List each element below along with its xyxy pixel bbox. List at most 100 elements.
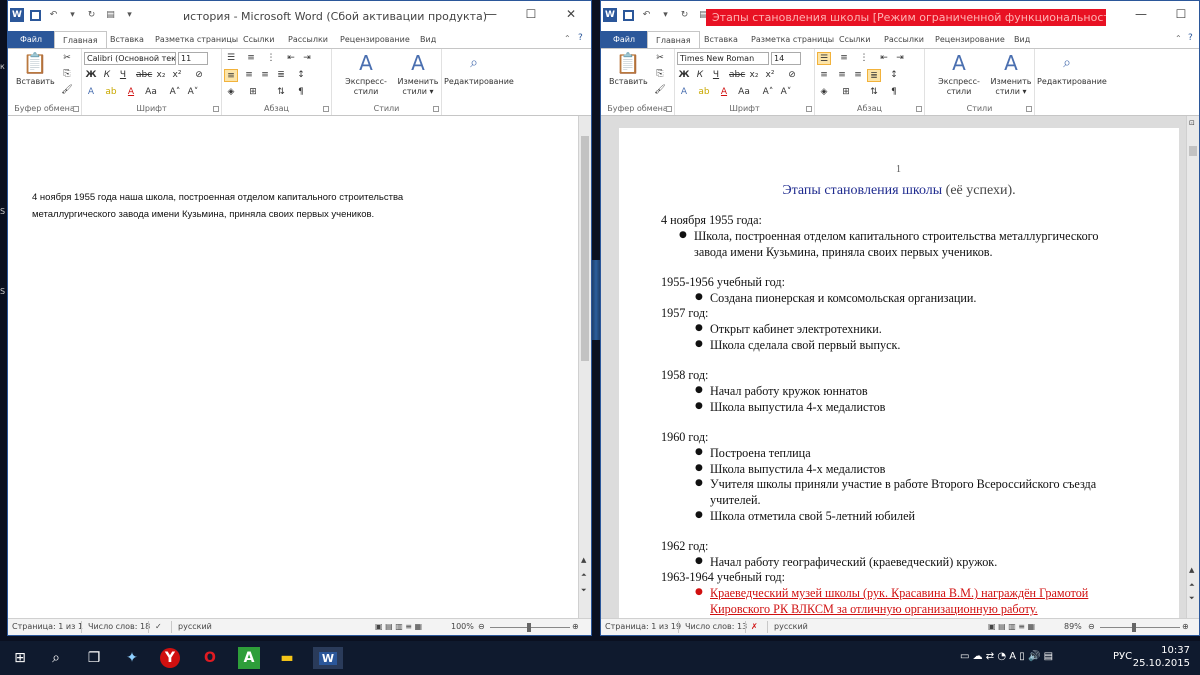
next-page-icon[interactable]: ⏷ <box>581 586 587 595</box>
copy-icon[interactable]: ⎘ <box>60 68 74 81</box>
prev-page-icon[interactable]: ⏶ <box>581 571 587 580</box>
decrease-indent-icon[interactable]: ⇤ <box>877 52 891 65</box>
vertical-scrollbar[interactable]: ▲ ⏶ ⏷ <box>578 116 591 618</box>
show-marks-icon[interactable]: ¶ <box>887 86 901 99</box>
dropdown-arrow-icon[interactable]: ▾ <box>659 9 672 22</box>
word-count[interactable]: Число слов: 13 <box>685 622 747 631</box>
tab-view[interactable]: Вид <box>1014 31 1030 49</box>
ruler-toggle-icon[interactable]: ⊡ <box>1189 119 1195 127</box>
app-icon[interactable]: ✦ <box>121 647 143 669</box>
grow-font-icon[interactable]: A˄ <box>761 86 775 99</box>
green-a-app-icon[interactable]: A <box>238 647 260 669</box>
dialog-launcher-icon[interactable] <box>806 106 812 112</box>
scroll-up-icon[interactable]: ▲ <box>1189 566 1194 574</box>
quick-styles-button[interactable]: A Экспресс-стили <box>336 52 396 97</box>
tab-references[interactable]: Ссылки <box>839 31 870 49</box>
redo-icon[interactable]: ↻ <box>85 9 98 22</box>
search-icon[interactable]: ⌕ <box>45 647 67 669</box>
tab-home[interactable]: Главная <box>54 31 107 49</box>
tab-mailings[interactable]: Рассылки <box>288 31 328 49</box>
scroll-up-icon[interactable]: ▲ <box>581 556 586 564</box>
shading-icon[interactable]: ◈ <box>817 86 831 99</box>
document-page[interactable]: 1 Этапы становления школы (её успехи). 4… <box>619 128 1179 618</box>
text-effects-icon[interactable]: A <box>84 86 98 99</box>
highlight-icon[interactable]: ab <box>697 86 711 99</box>
shrink-font-icon[interactable]: A˅ <box>186 86 200 99</box>
minimize-icon[interactable]: — <box>471 7 511 21</box>
prev-page-icon[interactable]: ⏶ <box>1189 581 1195 590</box>
dialog-launcher-icon[interactable] <box>916 106 922 112</box>
task-view-icon[interactable]: ❐ <box>83 647 105 669</box>
page-count[interactable]: Страница: 1 из 1 <box>12 622 83 631</box>
change-styles-button[interactable]: A Изменить стили ▾ <box>989 52 1033 97</box>
font-name-select[interactable]: Times New Roman <box>677 52 769 65</box>
scroll-thumb[interactable] <box>581 136 589 361</box>
increase-indent-icon[interactable]: ⇥ <box>300 52 314 65</box>
shrink-font-icon[interactable]: A˅ <box>779 86 793 99</box>
change-styles-button[interactable]: A Изменить стили ▾ <box>396 52 440 97</box>
word-logo-icon[interactable]: W <box>603 8 617 22</box>
tab-insert[interactable]: Вставка <box>704 31 738 49</box>
word-count[interactable]: Число слов: 18 <box>88 622 150 631</box>
numbering-icon[interactable]: ≡ <box>244 52 258 65</box>
dialog-launcher-icon[interactable] <box>433 106 439 112</box>
dialog-launcher-icon[interactable] <box>213 106 219 112</box>
tray-icons[interactable]: ▭ ☁ ⇄ ◔ A ▯ 🔊 ▤ <box>960 651 1053 662</box>
show-marks-icon[interactable]: ¶ <box>294 86 308 99</box>
print-preview-icon[interactable]: ▤ <box>104 9 117 22</box>
clock[interactable]: 10:37 25.10.2015 <box>1133 644 1190 670</box>
sort-icon[interactable]: ⇅ <box>867 86 881 99</box>
close-icon[interactable]: ✕ <box>551 7 591 21</box>
input-language[interactable]: РУС <box>1113 651 1132 662</box>
zoom-slider-thumb[interactable] <box>1132 623 1136 632</box>
yandex-browser-icon[interactable]: Y <box>160 648 180 668</box>
zoom-out-icon[interactable]: ⊖ <box>1088 622 1095 631</box>
document-page[interactable]: 4 ноября 1955 года наша школа, построенн… <box>8 116 579 596</box>
editing-button[interactable]: ⌕ Редактирование <box>444 52 514 87</box>
dialog-launcher-icon[interactable] <box>1026 106 1032 112</box>
strikethrough-icon[interactable]: abc <box>136 69 152 82</box>
zoom-in-icon[interactable]: ⊕ <box>572 622 579 631</box>
save-icon[interactable] <box>623 9 634 21</box>
tab-page-layout[interactable]: Разметка страницы <box>155 31 238 49</box>
minimize-icon[interactable]: — <box>1121 7 1161 21</box>
format-painter-icon[interactable]: 🖌 <box>653 84 667 97</box>
proofing-error-icon[interactable]: ✗ <box>751 622 758 631</box>
bold-icon[interactable]: Ж <box>677 69 691 82</box>
cut-icon[interactable]: ✂ <box>653 52 667 65</box>
bold-icon[interactable]: Ж <box>84 69 98 82</box>
word-logo-icon[interactable]: W <box>10 8 24 22</box>
tab-review[interactable]: Рецензирование <box>935 31 1005 49</box>
scroll-thumb[interactable] <box>1189 146 1197 156</box>
justify-icon[interactable]: ≣ <box>867 69 881 82</box>
view-buttons[interactable]: ▣ ▤ ▥ ≡ ▦ <box>988 622 1035 631</box>
subscript-icon[interactable]: x₂ <box>747 69 761 82</box>
align-center-icon[interactable]: ≡ <box>242 69 256 82</box>
dialog-launcher-icon[interactable] <box>666 106 672 112</box>
font-size-select[interactable]: 14 <box>771 52 801 65</box>
view-buttons[interactable]: ▣ ▤ ▥ ≡ ▦ <box>375 622 422 631</box>
zoom-out-icon[interactable]: ⊖ <box>478 622 485 631</box>
editing-button[interactable]: ⌕ Редактирование <box>1037 52 1107 87</box>
redo-icon[interactable]: ↻ <box>678 9 691 22</box>
help-icon[interactable]: ? <box>578 33 583 43</box>
tab-mailings[interactable]: Рассылки <box>884 31 924 49</box>
file-explorer-icon[interactable]: ▬ <box>276 647 298 669</box>
paste-button[interactable]: 📋 Вставить <box>16 52 55 87</box>
paste-button[interactable]: 📋 Вставить <box>609 52 648 87</box>
sort-icon[interactable]: ⇅ <box>274 86 288 99</box>
superscript-icon[interactable]: x² <box>763 69 777 82</box>
font-color-icon[interactable]: A <box>124 86 138 99</box>
tab-file[interactable]: Файл <box>8 31 54 49</box>
change-case-icon[interactable]: Aa <box>144 86 158 99</box>
customize-qat-icon[interactable]: ▾ <box>123 9 136 22</box>
italic-icon[interactable]: К <box>100 69 114 82</box>
font-size-select[interactable]: 11 <box>178 52 208 65</box>
line-spacing-icon[interactable]: ↕ <box>294 69 308 82</box>
dialog-launcher-icon[interactable] <box>323 106 329 112</box>
language-indicator[interactable]: русский <box>774 622 808 631</box>
align-left-icon[interactable]: ≡ <box>224 69 238 82</box>
next-page-icon[interactable]: ⏷ <box>1189 594 1195 603</box>
clear-format-icon[interactable]: ⊘ <box>785 69 799 82</box>
dialog-launcher-icon[interactable] <box>73 106 79 112</box>
